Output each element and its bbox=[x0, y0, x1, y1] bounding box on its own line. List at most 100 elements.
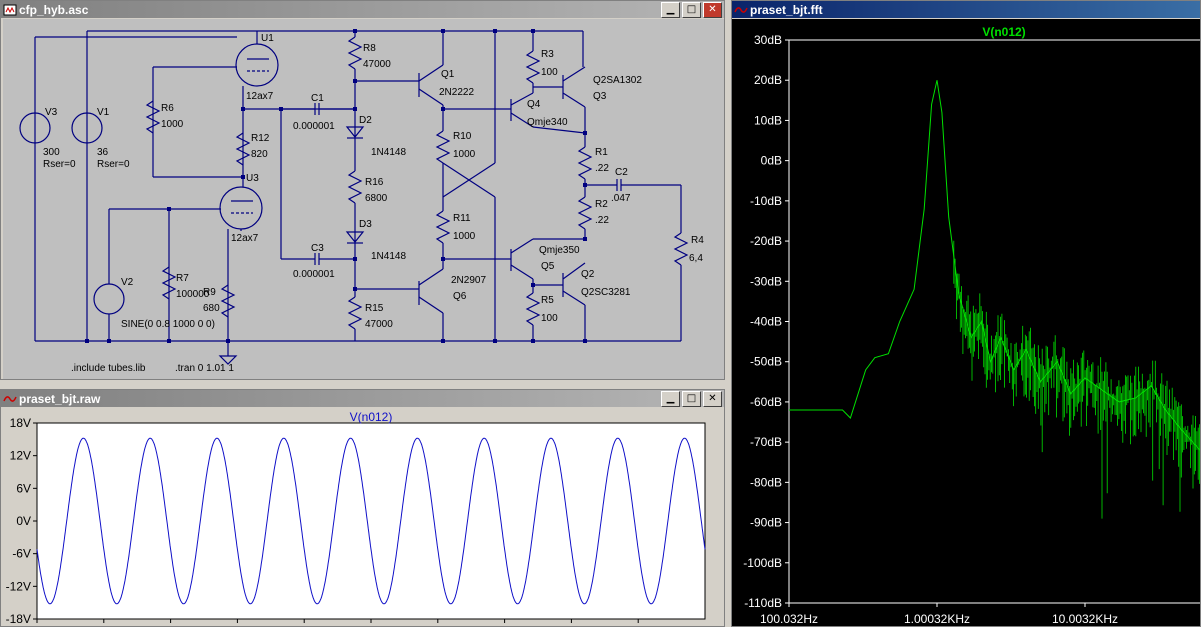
fft-y-axis: 30dB 20dB 10dB 0dB -10dB -20dB -30dB -40dB -50dB… bbox=[743, 33, 789, 610]
maximize-button[interactable]: □ bbox=[682, 390, 701, 407]
label-c1: C1 bbox=[311, 93, 324, 104]
label-r15: R15 bbox=[365, 303, 384, 314]
transient-window[interactable]: praset_bjt.raw ▁ □ ✕ V(n012) 18V 12V 6V 0V -… bbox=[0, 389, 725, 627]
transient-trace-label[interactable]: V(n012) bbox=[350, 410, 393, 424]
minimize-button[interactable]: ▁ bbox=[661, 390, 680, 407]
fft-y-tick-label: 20dB bbox=[754, 73, 782, 87]
label-q2: Q2 bbox=[581, 269, 595, 280]
label-q5: Q5 bbox=[541, 261, 555, 272]
fft-window[interactable]: praset_bjt.fft V(n012) 30dB 20dB 10dB 0dB -1… bbox=[731, 0, 1201, 627]
schematic-canvas[interactable]: V3 300 Rser=0 V1 36 Rser=0 V2 SINE(0 0.8… bbox=[3, 19, 724, 379]
label-u1: U1 bbox=[261, 33, 274, 44]
value-v3: 300 bbox=[43, 147, 60, 158]
transient-plot-area[interactable]: V(n012) 18V 12V 6V 0V -6V -12V -18V 0ms 1ms 2ms 3… bbox=[1, 408, 724, 626]
value-r16: 6800 bbox=[365, 193, 388, 204]
fft-titlebar[interactable]: praset_bjt.fft bbox=[732, 1, 1200, 18]
transient-plot-frame bbox=[36, 422, 706, 620]
transient-y-tick-label: 0V bbox=[16, 514, 31, 528]
transient-title: praset_bjt.raw bbox=[19, 391, 101, 406]
transient-y-tick-label: 6V bbox=[16, 481, 31, 495]
value-r2: .22 bbox=[595, 215, 609, 226]
fft-plot-frame bbox=[788, 39, 1200, 604]
fft-y-tick-label: -30dB bbox=[750, 274, 782, 288]
schematic-window[interactable]: cfp_hyb.asc ▁ □ ✕ V3 300 Rser=0 V1 36 Rs… bbox=[0, 0, 725, 380]
label-r12: R12 bbox=[251, 133, 270, 144]
extra-v3: Rser=0 bbox=[43, 159, 76, 170]
value-q6: 2N2907 bbox=[451, 275, 486, 286]
value-r4: 6,4 bbox=[689, 253, 703, 264]
transient-x-tick-label: 8ms bbox=[560, 624, 583, 626]
close-button[interactable]: ✕ bbox=[703, 390, 722, 407]
value-q1: 2N2222 bbox=[439, 87, 474, 98]
fft-y-tick-label: -80dB bbox=[750, 475, 782, 489]
label-r10: R10 bbox=[453, 131, 472, 142]
value-v1: 36 bbox=[97, 147, 109, 158]
label-c3: C3 bbox=[311, 243, 324, 254]
label-r11: R11 bbox=[453, 213, 471, 224]
fft-y-tick-label: -90dB bbox=[750, 516, 782, 530]
transient-titlebar[interactable]: praset_bjt.raw ▁ □ ✕ bbox=[1, 390, 724, 407]
schematic-titlebar[interactable]: cfp_hyb.asc ▁ □ ✕ bbox=[1, 1, 724, 18]
label-v1: V1 bbox=[97, 107, 110, 118]
transient-x-axis: 0ms 1ms 2ms 3ms 4ms 5ms 6ms 7ms 8ms 9ms bbox=[36, 619, 650, 626]
maximize-button[interactable]: □ bbox=[682, 1, 701, 18]
value-q2: Q2SC3281 bbox=[581, 287, 631, 298]
close-button[interactable]: ✕ bbox=[703, 1, 722, 18]
value-r12: 820 bbox=[251, 149, 268, 160]
fft-y-tick-label: -100dB bbox=[743, 556, 782, 570]
schematic-title: cfp_hyb.asc bbox=[19, 2, 89, 17]
fft-y-tick-label: -20dB bbox=[750, 234, 782, 248]
fft-plot: V(n012) 30dB 20dB 10dB 0dB -10dB -20dB -30dB -4… bbox=[743, 25, 1200, 626]
fft-y-tick-label: 10dB bbox=[754, 113, 782, 127]
transient-x-tick-label: 7ms bbox=[493, 624, 516, 626]
label-r3: R3 bbox=[541, 49, 554, 60]
value-r11: 1000 bbox=[453, 231, 476, 242]
minimize-button[interactable]: ▁ bbox=[661, 1, 680, 18]
close-icon: ✕ bbox=[708, 392, 717, 404]
label-r9: R9 bbox=[203, 287, 216, 298]
fft-y-tick-label: -110dB bbox=[744, 596, 782, 610]
directive-include: .include tubes.lib bbox=[71, 363, 146, 374]
transient-x-tick-label: 0ms bbox=[37, 624, 60, 626]
value-r15: 47000 bbox=[365, 319, 393, 330]
label-d3: D3 bbox=[359, 219, 372, 230]
label-d2: D2 bbox=[359, 115, 372, 126]
maximize-icon: □ bbox=[686, 3, 697, 15]
minimize-icon: ▁ bbox=[666, 3, 675, 15]
value-u1: 12ax7 bbox=[246, 91, 274, 102]
value-c1: 0.000001 bbox=[293, 121, 335, 132]
value-q3: Q2SA1302 bbox=[593, 75, 642, 86]
fft-trace-label[interactable]: V(n012) bbox=[982, 25, 1025, 39]
fft-y-tick-label: -50dB bbox=[750, 355, 782, 369]
value-r8: 47000 bbox=[363, 59, 391, 70]
fft-x-tick-label: 100.032Hz bbox=[760, 612, 818, 626]
value-u3: 12ax7 bbox=[231, 233, 259, 244]
fft-plot-area[interactable]: V(n012) 30dB 20dB 10dB 0dB -10dB -20dB -30dB -4… bbox=[732, 19, 1200, 626]
label-r16: R16 bbox=[365, 177, 384, 188]
value-r3: 100 bbox=[541, 67, 558, 78]
fft-x-tick-label: 1.00032KHz bbox=[904, 612, 970, 626]
label-v2: V2 bbox=[121, 277, 134, 288]
fft-y-tick-label: -70dB bbox=[750, 435, 782, 449]
label-r6: R6 bbox=[161, 103, 174, 114]
value-c3: 0.000001 bbox=[293, 269, 335, 280]
fft-title: praset_bjt.fft bbox=[750, 2, 823, 17]
value-r1: .22 bbox=[595, 163, 609, 174]
fft-y-tick-label: 0dB bbox=[761, 154, 782, 168]
schematic-document-icon bbox=[3, 4, 17, 16]
transient-plot: V(n012) 18V 12V 6V 0V -6V -12V -18V 0ms 1ms 2ms 3… bbox=[6, 410, 706, 626]
value-q4: Qmje340 bbox=[527, 117, 568, 128]
extra-v1: Rser=0 bbox=[97, 159, 130, 170]
label-q4: Q4 bbox=[527, 99, 541, 110]
schematic-drawing: V3 300 Rser=0 V1 36 Rser=0 V2 SINE(0 0.8… bbox=[19, 29, 704, 374]
value-d3: 1N4148 bbox=[371, 251, 406, 262]
transient-y-tick-label: 18V bbox=[10, 416, 31, 430]
value-d2: 1N4148 bbox=[371, 147, 406, 158]
label-r4: R4 bbox=[691, 235, 704, 246]
waveform-icon bbox=[734, 4, 748, 16]
value-c2: .047 bbox=[611, 193, 631, 204]
transient-x-tick-label: 4ms bbox=[293, 624, 316, 626]
transient-x-tick-label: 9ms bbox=[627, 624, 650, 626]
transient-y-tick-label: 12V bbox=[10, 449, 31, 463]
close-icon: ✕ bbox=[708, 3, 717, 15]
